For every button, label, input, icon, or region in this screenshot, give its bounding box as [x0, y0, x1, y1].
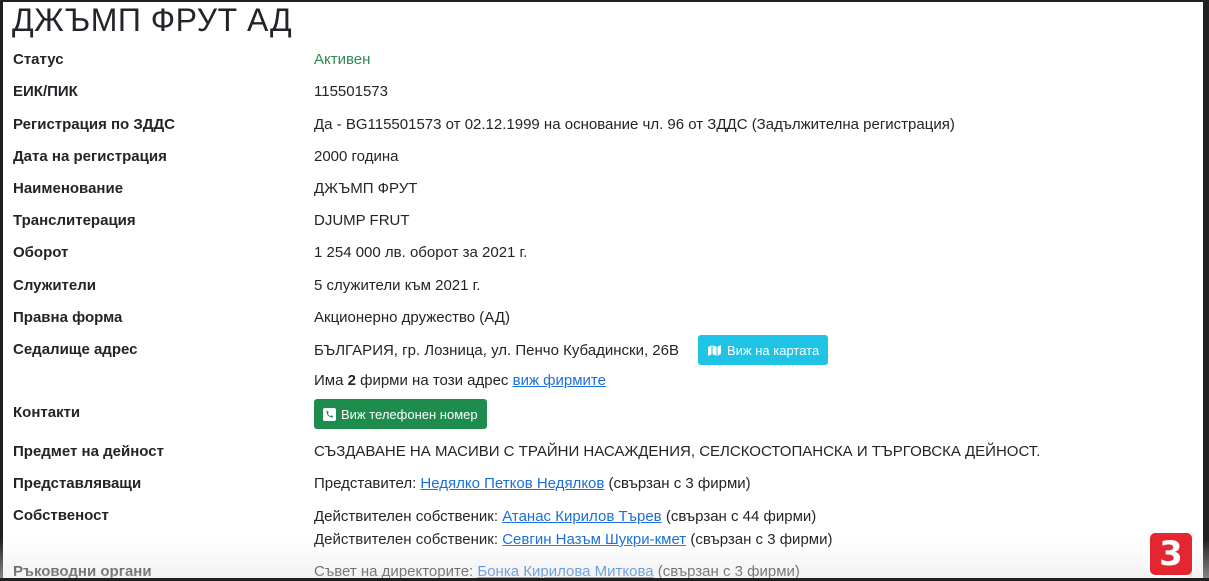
owner-person-link[interactable]: Севгин Назъм Шукри-кмет [502, 531, 686, 548]
turnover-label: Оборот [13, 244, 69, 261]
status-value: Активен [314, 51, 371, 68]
name-label: Наименование [13, 180, 124, 197]
contacts-label: Контакти [13, 404, 81, 421]
firms-suffix: фирми на този адрес [355, 372, 513, 389]
activity-label: Предмет на дейност [13, 443, 164, 460]
name-value: ДЖЪМП ФРУТ [314, 180, 418, 197]
owner-prefix: Действителен собственик: [314, 508, 503, 525]
view-firms-link[interactable]: виж фирмите [513, 372, 606, 389]
owner-suffix: (свързан с 44 фирми) [661, 508, 817, 525]
view-phone-button[interactable]: Виж телефонен номер [314, 399, 487, 429]
eik-value: 115501573 [314, 83, 388, 100]
address-label: Седалище адрес [13, 341, 138, 358]
channel-3-logo: 3 [1148, 531, 1194, 577]
eik-label: ЕИК/ПИК [13, 83, 78, 100]
logo-text: 3 [1159, 534, 1183, 574]
translit-value: DJUMP FRUT [314, 212, 410, 229]
owner-entry: Действителен собственик: Севгин Назъм Шу… [314, 531, 832, 548]
reg-date-value: 2000 година [314, 148, 399, 165]
legal-form-value: Акционерно дружество (АД) [314, 309, 510, 326]
firms-prefix: Има [314, 372, 348, 389]
phone-icon [323, 407, 336, 421]
turnover-value: 1 254 000 лв. оборот за 2021 г. [314, 244, 528, 261]
map-icon [707, 344, 722, 357]
owner-prefix: Действителен собственик: [314, 531, 503, 548]
activity-value: СЪЗДАВАНЕ НА МАСИВИ С ТРАЙНИ НАСАЖДЕНИЯ,… [314, 443, 1041, 460]
representatives-label: Представляващи [13, 475, 142, 492]
firms-at-address: Има 2 фирми на този адрес виж фирмите [314, 372, 606, 389]
view-map-button[interactable]: Виж на картата [698, 335, 829, 365]
owner-person-link[interactable]: Атанас Кирилов Търев [502, 508, 661, 525]
page-title: ДЖЪМП ФРУТ АД [12, 2, 293, 38]
reg-date-label: Дата на регистрация [13, 148, 167, 165]
representative-person-link[interactable]: Недялко Петков Недялков [420, 475, 604, 492]
address-value: БЪЛГАРИЯ, гр. Лозница, ул. Пенчо Кубадин… [314, 342, 679, 359]
firms-count: 2 [347, 372, 356, 389]
representative-prefix: Представител: [314, 475, 421, 492]
translit-label: Транслитерация [13, 212, 136, 229]
view-map-label: Виж на картата [727, 342, 820, 358]
owner-entry: Действителен собственик: Атанас Кирилов … [314, 508, 816, 525]
employees-value: 5 служители към 2021 г. [314, 277, 481, 294]
owner-suffix: (свързан с 3 фирми) [686, 531, 833, 548]
status-label: Статус [13, 51, 64, 68]
representative-suffix: (свързан с 3 фирми) [604, 475, 751, 492]
ownership-label: Собственост [13, 507, 109, 524]
vat-label: Регистрация по ЗДДС [13, 116, 175, 133]
employees-label: Служители [13, 277, 96, 294]
legal-form-label: Правна форма [13, 309, 123, 326]
representative-entry: Представител: Недялко Петков Недялков (с… [314, 475, 751, 492]
frame-left-border [0, 0, 3, 581]
vat-value: Да - BG115501573 от 02.12.1999 на основа… [314, 116, 955, 133]
frame-right-border [1203, 0, 1209, 581]
view-phone-label: Виж телефонен номер [341, 406, 478, 422]
